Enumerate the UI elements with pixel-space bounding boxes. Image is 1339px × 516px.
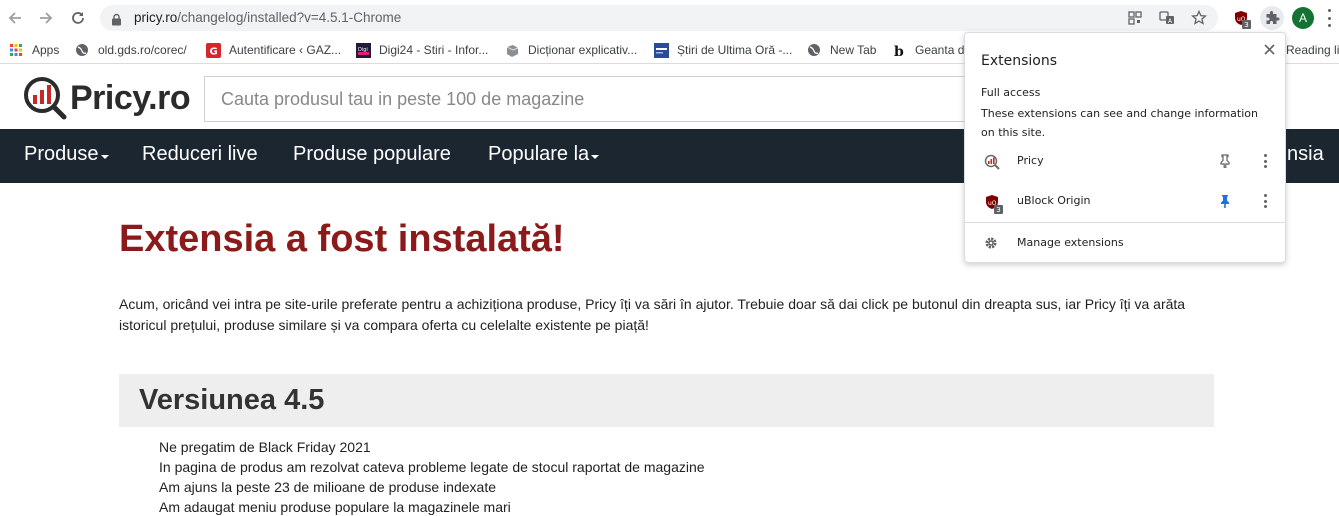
bookmark-label: Dicționar explicativ...	[528, 43, 638, 57]
manage-extensions-button[interactable]: Manage extensions	[965, 229, 1285, 259]
dictionary-favicon	[504, 42, 520, 58]
version-header: Versiunea 4.5	[119, 374, 1214, 427]
reload-button[interactable]	[66, 6, 90, 30]
gazeta-favicon: G	[205, 42, 221, 58]
bookmark-label: Reading lis	[1286, 43, 1339, 57]
svg-text:Digi: Digi	[358, 47, 368, 53]
nav-produse-label: Produse	[24, 143, 99, 165]
pin-icon[interactable]	[1217, 153, 1233, 169]
close-icon[interactable]	[1261, 41, 1277, 57]
profile-avatar[interactable]: A	[1292, 7, 1314, 29]
gear-icon	[983, 235, 999, 251]
extensions-popup-title: Extensions	[981, 53, 1058, 69]
b-favicon: b	[891, 42, 907, 58]
svg-text:G: G	[209, 46, 217, 57]
extensions-button[interactable]	[1260, 6, 1284, 30]
full-access-description: These extensions can see and change info…	[981, 107, 1258, 139]
globe-icon	[74, 42, 90, 58]
nav-populare-la-label: Populare la	[488, 143, 590, 165]
bookmark-old-gds[interactable]: old.gds.ro/corec/	[74, 41, 187, 59]
caret-down-icon	[591, 154, 600, 159]
bookmark-label: Știri de Ultima Oră -...	[677, 43, 793, 57]
bookmark-dictionar[interactable]: Dicționar explicativ...	[504, 41, 637, 59]
more-options-icon[interactable]	[1261, 193, 1269, 209]
ublock-badge: 3	[1242, 20, 1251, 29]
bookmark-label: Digi24 - Stiri - Infor...	[379, 43, 489, 57]
globe-icon	[806, 42, 822, 58]
changelog-item: Ne pregatim de Black Friday 2021	[159, 439, 371, 455]
nav-extensia[interactable]: nsia	[1287, 143, 1324, 166]
full-access-heading: Full access	[981, 86, 1041, 99]
pinned-icon[interactable]	[1217, 193, 1233, 209]
back-arrow-icon	[8, 12, 21, 24]
pricy-logo-icon	[983, 153, 1001, 171]
nav-produse-populare[interactable]: Produse populare	[293, 143, 451, 166]
bookmark-label: New Tab	[830, 43, 877, 57]
extension-name: uBlock Origin	[1017, 194, 1091, 207]
bookmark-label: Autentificare ‹ GAZ...	[229, 43, 342, 57]
reload-icon	[72, 12, 84, 24]
nav-produse-populare-label: Produse populare	[293, 143, 451, 165]
page-title: Extensia a fost instalată!	[119, 218, 565, 260]
intro-paragraph: Acum, oricând vei intra pe site-urile pr…	[119, 296, 1186, 333]
bookmark-digi24[interactable]: Digi Digi24 - Stiri - Infor...	[355, 41, 488, 59]
popup-divider	[965, 222, 1285, 223]
url-path: /changelog/installed?v=4.5.1-Chrome	[177, 10, 402, 25]
url-host: pricy.ro	[134, 10, 178, 25]
toolbar-ublock-button[interactable]: uO 3	[1229, 6, 1253, 30]
changelog-list: Ne pregatim de Black Friday 2021 In pagi…	[159, 437, 705, 516]
caret-down-icon	[100, 154, 109, 159]
nav-reduceri-live[interactable]: Reduceri live	[142, 143, 258, 166]
ublock-origin-icon: uO 3	[983, 193, 1003, 214]
news-favicon	[653, 42, 669, 58]
bookmark-label: Apps	[32, 43, 60, 57]
bookmark-apps[interactable]: Apps	[8, 41, 59, 59]
pricy-magnifier-icon	[24, 77, 67, 120]
logo-text: Pricy.ro	[70, 78, 191, 117]
back-button[interactable]	[3, 6, 27, 30]
apps-grid-icon	[8, 42, 24, 58]
address-bar[interactable]: pricy.ro/changelog/installed?v=4.5.1-Chr…	[100, 5, 1218, 31]
bookmark-gazeta[interactable]: G Autentificare ‹ GAZ...	[205, 41, 341, 59]
bookmark-label: Geanta de	[915, 43, 972, 57]
manage-extensions-label: Manage extensions	[1017, 236, 1124, 249]
bookmark-new-tab[interactable]: New Tab	[806, 41, 876, 59]
pricy-logo[interactable]: Pricy.ro	[22, 76, 191, 120]
extension-item-ublock[interactable]: uO 3 uBlock Origin	[965, 183, 1285, 219]
puzzle-piece-icon	[1266, 11, 1280, 24]
translate-icon[interactable]: A	[1158, 9, 1176, 27]
product-search-box[interactable]	[204, 76, 984, 122]
changelog-item: In pagina de produs am rezolvat cateva p…	[159, 459, 705, 475]
digi24-favicon: Digi	[355, 42, 371, 58]
qr-code-icon[interactable]	[1126, 9, 1144, 27]
nav-produse[interactable]: Produse	[24, 143, 109, 166]
forward-arrow-icon	[40, 12, 53, 24]
more-options-icon[interactable]	[1261, 153, 1269, 169]
product-search-input[interactable]	[205, 77, 983, 121]
bookmark-stiri[interactable]: Știri de Ultima Oră -...	[653, 41, 792, 59]
ublock-badge: 3	[994, 205, 1003, 214]
extensions-popup: Extensions Full access These extensions …	[964, 32, 1286, 263]
version-title: Versiunea 4.5	[139, 384, 325, 416]
svg-text:b: b	[894, 44, 904, 58]
ublock-origin-icon: uO 3	[1233, 10, 1251, 29]
bookmark-star-icon[interactable]	[1190, 9, 1208, 27]
nav-extensia-label: nsia	[1287, 143, 1324, 165]
changelog-item: Am adaugat meniu produse populare la mag…	[159, 499, 511, 515]
nav-populare-la[interactable]: Populare la	[488, 143, 600, 166]
extension-item-pricy[interactable]: Pricy	[965, 143, 1285, 179]
changelog-item: Am ajuns la peste 23 de milioane de prod…	[159, 479, 496, 495]
browser-toolbar: pricy.ro/changelog/installed?v=4.5.1-Chr…	[0, 0, 1339, 36]
lock-icon	[111, 11, 122, 30]
bookmark-label: old.gds.ro/corec/	[98, 43, 187, 57]
extension-name: Pricy	[1017, 154, 1044, 167]
url-text: pricy.ro/changelog/installed?v=4.5.1-Chr…	[134, 10, 401, 25]
browser-menu-icon[interactable]	[1326, 9, 1332, 27]
nav-reduceri-label: Reduceri live	[142, 143, 258, 165]
forward-button[interactable]	[34, 6, 58, 30]
bookmark-geanta[interactable]: b Geanta de	[891, 41, 972, 59]
